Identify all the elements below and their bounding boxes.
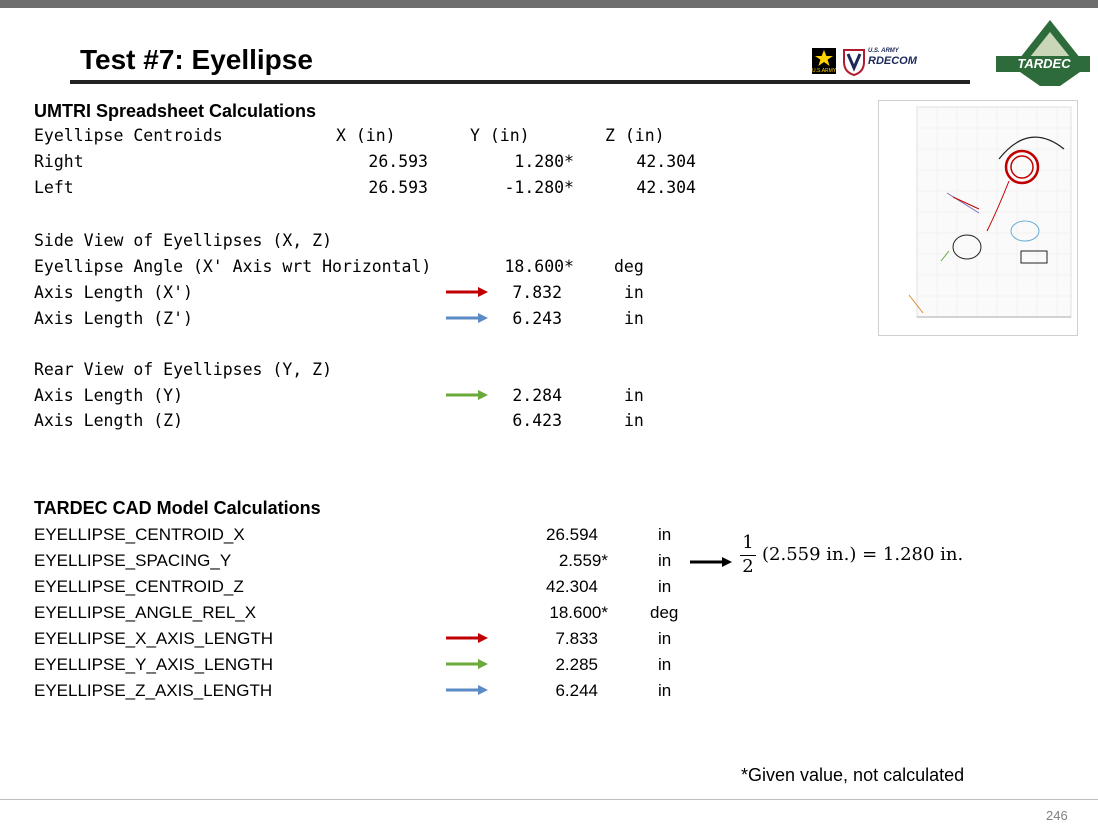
arrow-right-icon xyxy=(446,659,488,669)
angle-label: Eyellipse Angle (X' Axis wrt Horizontal) xyxy=(34,257,432,276)
cad-row-unit: in xyxy=(658,629,672,648)
tardec-logo-text: TARDEC xyxy=(1017,56,1071,71)
centroids-label: Eyellipse Centroids xyxy=(34,126,223,145)
cad-row-unit: in xyxy=(658,681,672,700)
row-right-label: Right xyxy=(34,152,84,171)
axis-z-prime-label: Axis Length (Z') xyxy=(34,309,193,328)
top-banner xyxy=(0,0,1098,8)
col-z-header: Z (in) xyxy=(605,126,665,145)
plot-thumbnail xyxy=(878,100,1078,336)
cad-row-label: EYELLIPSE_Y_AXIS_LENGTH xyxy=(34,655,274,674)
cad-row-unit: in xyxy=(658,525,672,544)
col-y-header: Y (in) xyxy=(470,126,530,145)
col-x-header: X (in) xyxy=(336,126,396,145)
cad-row-unit: in xyxy=(658,577,672,596)
formula-denominator: 2 xyxy=(742,556,754,577)
axis-x-unit: in xyxy=(624,283,644,302)
row-right-x: 26.593 xyxy=(368,152,428,171)
army-logo-text: U.S.ARMY xyxy=(812,68,837,74)
axis-z-value: 6.423 xyxy=(512,411,562,430)
axis-z-unit: in xyxy=(624,411,644,430)
side-view-heading: Side View of Eyellipses (X, Z) xyxy=(34,231,333,250)
cad-row-unit: in xyxy=(658,551,672,570)
rdecom-shield-logo xyxy=(842,48,866,77)
cad-row-value: 6.244 xyxy=(555,681,598,700)
footer-divider xyxy=(0,799,1098,800)
axis-y-value: 2.284 xyxy=(512,386,562,405)
angle-value: 18.600* xyxy=(504,257,574,276)
title-underline xyxy=(70,80,970,84)
formula-numerator: 1 xyxy=(742,532,754,553)
page-title: Test #7: Eyellipse xyxy=(80,44,313,75)
tardec-logo: TARDEC xyxy=(990,18,1090,88)
row-left-y: -1.280* xyxy=(504,178,574,197)
cad-row-label: EYELLIPSE_Z_AXIS_LENGTH xyxy=(34,681,273,700)
formula-expression: (2.559 in.) = 1.280 in. xyxy=(762,544,964,565)
rdecom-logo: U.S. ARMY RDECOM xyxy=(868,48,948,72)
cad-row-label: EYELLIPSE_CENTROID_Z xyxy=(34,577,244,596)
cad-row-value: 26.594 xyxy=(546,525,598,544)
row-left-label: Left xyxy=(34,178,74,197)
arrow-right-icon xyxy=(446,633,488,643)
rdecom-logo-text: RDECOM xyxy=(868,55,917,67)
axis-y-label: Axis Length (Y) xyxy=(34,386,184,405)
cad-row-value: 2.285 xyxy=(555,655,598,674)
row-right-z: 42.304 xyxy=(636,152,696,171)
axis-z-label: Axis Length (Z) xyxy=(34,411,184,430)
cad-heading: TARDEC CAD Model Calculations xyxy=(34,498,321,518)
cad-row-label: EYELLIPSE_SPACING_Y xyxy=(34,551,232,570)
cad-row-value: 18.600* xyxy=(549,603,608,622)
axis-y-unit: in xyxy=(624,386,644,405)
footnote: *Given value, not calculated xyxy=(741,765,965,785)
cad-row-value: 2.559* xyxy=(558,551,608,570)
star-icon xyxy=(815,50,833,66)
cad-row-unit: in xyxy=(658,655,672,674)
cad-row-value: 7.833 xyxy=(555,629,598,648)
cad-row-label: EYELLIPSE_CENTROID_X xyxy=(34,525,245,544)
axis-z-prime-unit: in xyxy=(624,309,644,328)
umtri-heading: UMTRI Spreadsheet Calculations xyxy=(34,101,317,121)
axis-z-prime-value: 6.243 xyxy=(512,309,562,328)
army-star-logo: U.S.ARMY xyxy=(812,48,836,74)
arrow-right-icon xyxy=(446,685,488,695)
cad-row-label: EYELLIPSE_ANGLE_REL_X xyxy=(34,603,257,622)
axis-x-label: Axis Length (X') xyxy=(34,283,193,302)
cad-row-label: EYELLIPSE_X_AXIS_LENGTH xyxy=(34,629,274,648)
page-number: 246 xyxy=(1046,808,1068,823)
cad-row-value: 42.304 xyxy=(546,577,598,596)
row-left-x: 26.593 xyxy=(368,178,428,197)
rear-view-heading: Rear View of Eyellipses (Y, Z) xyxy=(34,360,333,379)
row-left-z: 42.304 xyxy=(636,178,696,197)
row-right-y: 1.280* xyxy=(514,152,574,171)
angle-unit: deg xyxy=(614,257,644,276)
arrow-right-icon xyxy=(690,557,732,567)
cad-row-unit: deg xyxy=(650,603,679,622)
axis-x-value: 7.832 xyxy=(512,283,562,302)
rdecom-logo-small: U.S. ARMY xyxy=(868,48,899,54)
